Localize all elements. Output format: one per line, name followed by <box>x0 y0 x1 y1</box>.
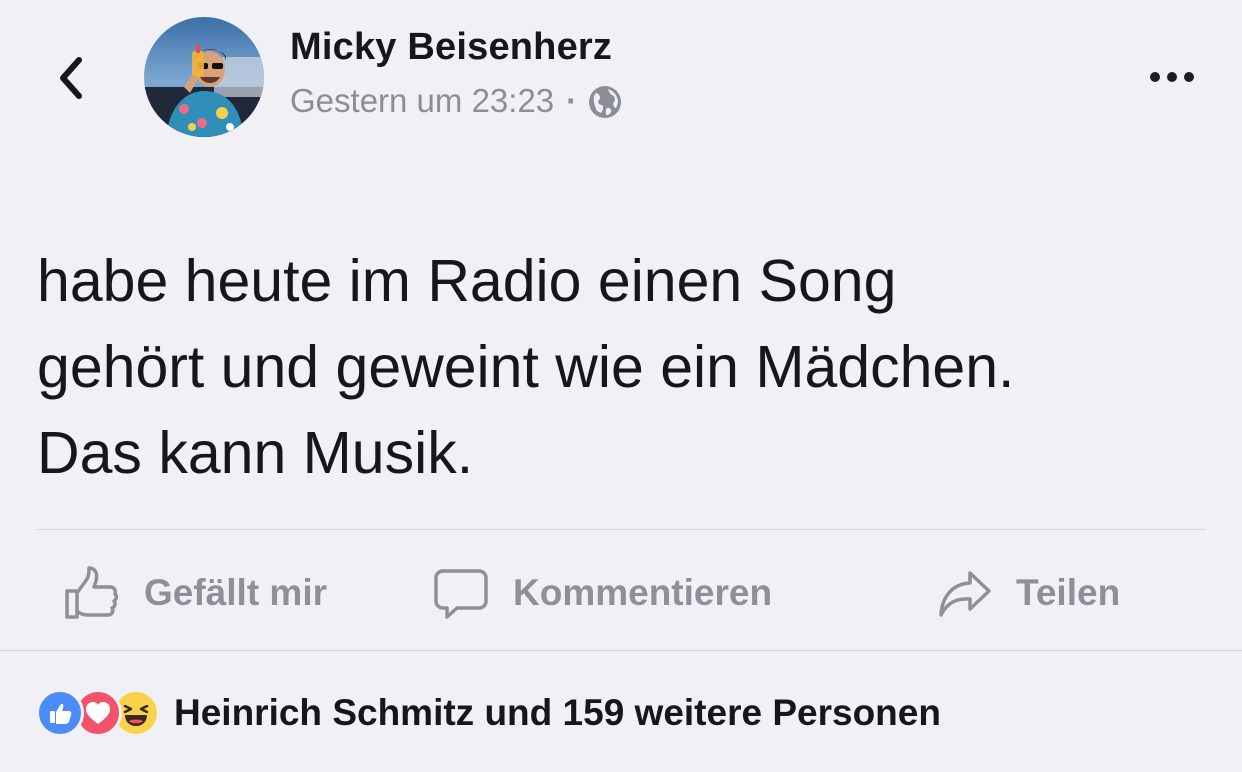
comment-label: Kommentieren <box>513 572 773 613</box>
like-reaction-icon <box>36 689 84 737</box>
divider <box>0 650 1242 651</box>
reactions-summary[interactable]: Heinrich Schmitz und 159 weitere Persone… <box>36 687 941 739</box>
thumbs-up-icon <box>65 566 119 619</box>
share-button[interactable]: Teilen <box>938 560 1120 626</box>
back-button[interactable] <box>48 48 92 108</box>
post-text: habe heute im Radio einen Song gehört un… <box>37 248 1015 486</box>
share-arrow-icon <box>939 571 991 617</box>
author-name[interactable]: Micky Beisenherz <box>290 26 612 69</box>
more-options-button[interactable] <box>1140 60 1204 94</box>
chevron-left-icon <box>60 57 82 99</box>
more-horizontal-icon <box>1150 72 1160 82</box>
divider <box>36 529 1206 530</box>
post-meta: Gestern um 23:23 · <box>290 82 623 120</box>
comment-button[interactable]: Kommentieren <box>433 560 772 626</box>
share-label: Teilen <box>1016 572 1121 613</box>
post-timestamp[interactable]: Gestern um 23:23 <box>290 82 554 120</box>
post-detail-screen: Micky Beisenherz Gestern um 23:23 · habe… <box>0 0 1242 772</box>
globe-icon <box>589 86 622 118</box>
avatar[interactable] <box>144 17 264 137</box>
like-label: Gefällt mir <box>144 572 327 613</box>
comment-bubble-icon <box>434 569 488 619</box>
avatar-image <box>144 17 264 137</box>
reaction-summary-text: Heinrich Schmitz und 159 weitere Persone… <box>174 692 941 733</box>
like-button[interactable]: Gefällt mir <box>62 560 327 626</box>
meta-separator: · <box>566 82 578 119</box>
